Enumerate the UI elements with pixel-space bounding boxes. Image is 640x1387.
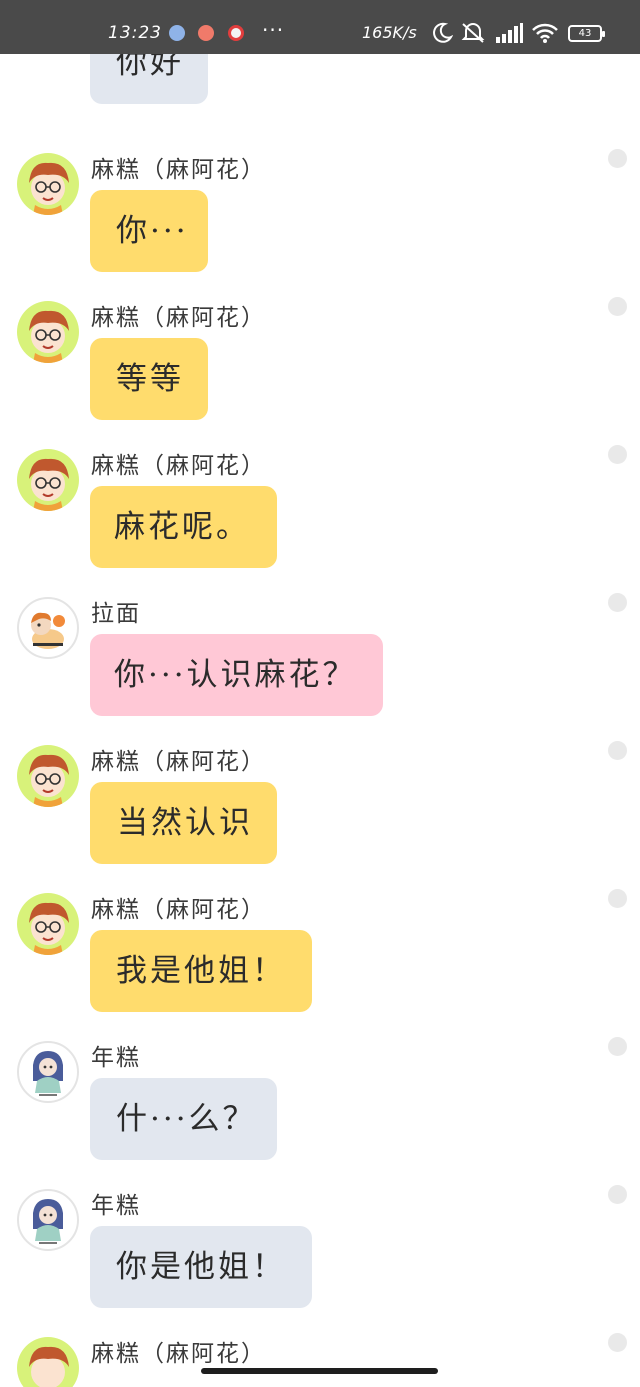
sender-name: 麻糕（麻阿花） (91, 749, 266, 775)
chat-list[interactable]: 你好 麻糕（麻阿花） 你··· 麻糕（麻阿花） 等等 麻糕（麻阿花） 麻花呢。 … (0, 0, 640, 1387)
select-checkbox[interactable] (608, 149, 627, 168)
select-checkbox[interactable] (608, 1333, 627, 1352)
message-item: 麻糕（麻阿花） 等等 (0, 292, 640, 440)
message-bubble[interactable]: 你···认识麻花？ (90, 634, 383, 716)
avatar-redhead-glasses-icon (29, 310, 69, 363)
avatar-blue-hair-icon (33, 1199, 63, 1244)
avatar-redhead-glasses-icon (29, 162, 69, 215)
avatar-orange-hair-icon (31, 612, 65, 649)
select-checkbox[interactable] (608, 593, 627, 612)
message-item: 麻糕（麻阿花） 我是他姐！ (0, 884, 640, 1032)
message-item: 年糕 你是他姐！ (0, 1180, 640, 1328)
avatar-redhead-glasses-icon (29, 902, 69, 955)
sender-name: 麻糕（麻阿花） (91, 453, 266, 479)
sender-name: 年糕 (91, 1045, 141, 1071)
avatar-redhead-glasses-icon (29, 754, 69, 807)
notification-app-icon (228, 25, 244, 41)
sender-name: 麻糕（麻阿花） (91, 157, 266, 183)
message-bubble[interactable]: 你是他姐！ (90, 1226, 312, 1308)
select-checkbox[interactable] (608, 741, 627, 760)
select-checkbox[interactable] (608, 1185, 627, 1204)
avatar[interactable] (17, 449, 79, 511)
sender-name: 年糕 (91, 1193, 141, 1219)
sender-name: 拉面 (91, 601, 141, 627)
avatar[interactable] (17, 1337, 79, 1387)
message-bubble[interactable]: 等等 (90, 338, 208, 420)
status-time: 13:23 (108, 23, 162, 43)
avatar-blue-hair-icon (33, 1051, 63, 1096)
avatar-redhead-glasses-icon (29, 458, 69, 511)
more-notifications-icon: ··· (262, 18, 285, 42)
message-item: 麻糕（麻阿花） 当然认识 (0, 736, 640, 884)
sender-name: 麻糕（麻阿花） (91, 897, 266, 923)
signal-icon (496, 23, 523, 43)
wifi-icon (532, 23, 558, 43)
avatar[interactable] (17, 1041, 79, 1103)
home-indicator[interactable] (201, 1368, 438, 1374)
message-item: 年糕 什···么？ (0, 1032, 640, 1180)
message-item: 拉面 你···认识麻花？ (0, 588, 640, 736)
sender-name: 麻糕（麻阿花） (91, 1341, 266, 1367)
message-bubble[interactable]: 什···么？ (90, 1078, 277, 1160)
select-checkbox[interactable] (608, 889, 627, 908)
select-checkbox[interactable] (608, 297, 627, 316)
status-bar: 13:23 ··· 165K/s 43 (0, 0, 640, 54)
notification-app-icon (198, 25, 214, 41)
select-checkbox[interactable] (608, 1037, 627, 1056)
message-bubble[interactable]: 你··· (90, 190, 208, 272)
message-bubble[interactable]: 我是他姐！ (90, 930, 312, 1012)
message-bubble[interactable]: 麻花呢。 (90, 486, 277, 568)
message-item: 麻糕（麻阿花） 你··· (0, 144, 640, 292)
avatar[interactable] (17, 153, 79, 215)
network-speed: 165K/s (362, 23, 417, 42)
select-checkbox[interactable] (608, 445, 627, 464)
avatar[interactable] (17, 1189, 79, 1251)
avatar[interactable] (17, 893, 79, 955)
battery-icon: 43 (568, 25, 605, 42)
message-item: 麻糕（麻阿花） (0, 1328, 640, 1387)
message-bubble[interactable]: 当然认识 (90, 782, 277, 864)
mute-icon (461, 23, 485, 43)
avatar[interactable] (17, 301, 79, 363)
avatar-redhead-glasses-icon (29, 1346, 69, 1387)
message-item: 麻糕（麻阿花） 麻花呢。 (0, 440, 640, 588)
sender-name: 麻糕（麻阿花） (91, 305, 266, 331)
avatar[interactable] (17, 745, 79, 807)
moon-icon (433, 22, 453, 43)
notification-app-icon (169, 25, 185, 41)
avatar[interactable] (17, 597, 79, 659)
